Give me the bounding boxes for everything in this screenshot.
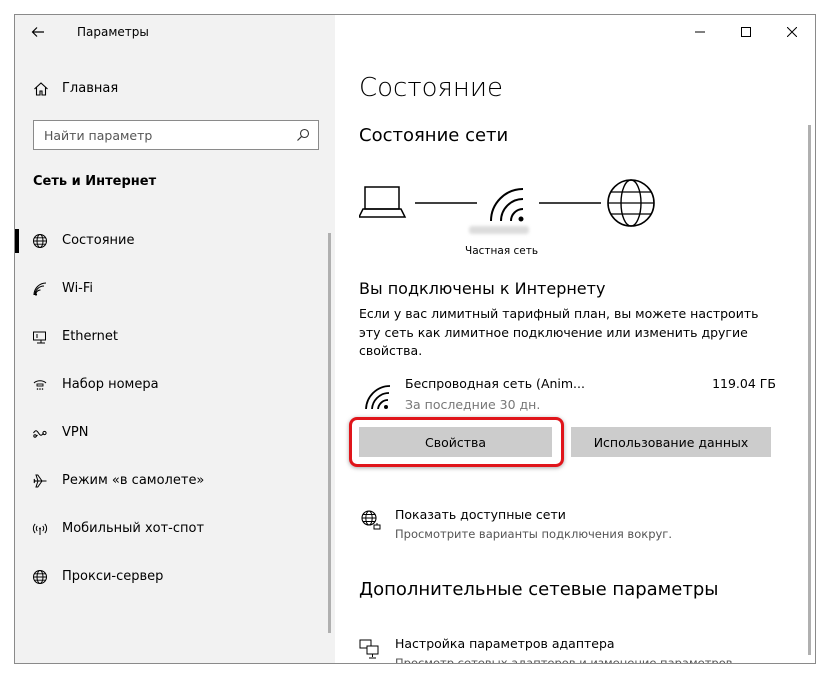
sidebar: Параметры Главная Сеть и Интернет: [15, 15, 335, 663]
connection-row: Беспроводная сеть (Anim... За последние …: [359, 373, 779, 419]
globe-icon: [33, 570, 47, 584]
wifi-icon: [33, 282, 47, 296]
sidebar-item-label: Главная: [62, 81, 119, 96]
main-scrollbar[interactable]: [808, 125, 811, 655]
sidebar-item-wifi[interactable]: Wi-Fi: [15, 265, 335, 313]
network-status-heading: Состояние сети: [359, 125, 509, 146]
network-type-label: Частная сеть: [465, 245, 539, 257]
maximize-button[interactable]: [723, 15, 769, 49]
sidebar-item-label: VPN: [62, 425, 89, 440]
ethernet-icon: [33, 331, 46, 344]
main-content: Состояние Состояние сети Частная сеть Вы…: [335, 15, 815, 663]
app-title: Параметры: [77, 25, 149, 39]
sidebar-item-proxy[interactable]: Прокси-сервер: [15, 553, 335, 601]
red-highlight-frame: [349, 417, 564, 467]
data-usage-button[interactable]: Использование данных: [571, 427, 771, 457]
sidebar-item-hotspot[interactable]: Мобильный хот-спот: [15, 505, 335, 553]
sidebar-scrollbar[interactable]: [328, 233, 331, 633]
sidebar-item-label: Прокси-сервер: [62, 569, 164, 584]
search-icon[interactable]: [296, 128, 310, 142]
network-name-blurred: [469, 226, 529, 234]
sidebar-item-label: Мобильный хот-спот: [62, 521, 205, 536]
close-icon: [787, 27, 797, 37]
sidebar-item-vpn[interactable]: VPN: [15, 409, 335, 457]
show-networks-link[interactable]: Показать доступные сети Просмотрите вари…: [359, 507, 779, 547]
show-networks-desc: Просмотрите варианты подключения вокруг.: [395, 527, 672, 541]
search-input[interactable]: [34, 121, 284, 149]
connection-name: Беспроводная сеть (Anim...: [405, 376, 585, 391]
hotspot-icon: [32, 523, 48, 535]
laptop-icon: [359, 186, 407, 218]
globe-network-icon: [361, 510, 381, 530]
airplane-icon: [33, 474, 47, 488]
sidebar-item-label: Состояние: [62, 233, 135, 248]
home-icon: [34, 82, 48, 96]
sidebar-item-status[interactable]: Состояние: [15, 217, 335, 265]
sidebar-item-label: Ethernet: [62, 329, 118, 344]
connected-heading: Вы подключены к Интернету: [359, 279, 606, 298]
wifi-icon: [365, 385, 391, 409]
adapter-icon: [359, 639, 379, 659]
sidebar-nav: Состояние Wi-Fi Ethernet Набор номера VP…: [15, 217, 335, 601]
vpn-icon: [33, 430, 47, 438]
advanced-settings-heading: Дополнительные сетевые параметры: [359, 579, 719, 600]
title-bar: Параметры: [15, 15, 335, 49]
sidebar-item-label: Набор номера: [62, 377, 159, 392]
internet-globe-icon: [607, 179, 655, 227]
settings-window: Параметры Главная Сеть и Интернет: [14, 14, 816, 664]
sidebar-item-label: Wi-Fi: [62, 281, 94, 296]
back-arrow-icon: [31, 27, 44, 37]
adapter-settings-link[interactable]: Настройка параметров адаптера Просмотр с…: [359, 636, 779, 664]
close-button[interactable]: [769, 15, 815, 49]
minimize-button[interactable]: [677, 15, 723, 49]
sidebar-item-airplane[interactable]: Режим «в самолете»: [15, 457, 335, 505]
globe-icon: [33, 234, 47, 248]
maximize-icon: [741, 27, 751, 37]
adapter-settings-desc: Просмотр сетевых адаптеров и изменение п…: [395, 656, 733, 664]
sidebar-item-ethernet[interactable]: Ethernet: [15, 313, 335, 361]
section-title: Сеть и Интернет: [33, 174, 157, 189]
sidebar-item-dialup[interactable]: Набор номера: [15, 361, 335, 409]
dialup-icon: [33, 380, 47, 390]
sidebar-item-label: Режим «в самолете»: [62, 473, 205, 488]
adapter-settings-title[interactable]: Настройка параметров адаптера: [395, 636, 615, 651]
sidebar-item-home[interactable]: Главная: [15, 73, 335, 105]
window-controls: [677, 15, 815, 49]
connected-description: Если у вас лимитный тарифный план, вы мо…: [359, 306, 759, 358]
wifi-icon: [490, 188, 524, 222]
search-box[interactable]: [33, 120, 319, 150]
show-networks-title[interactable]: Показать доступные сети: [395, 507, 566, 522]
connection-period: За последние 30 дн.: [405, 397, 541, 412]
connection-usage: 119.04 ГБ: [712, 376, 776, 391]
page-title: Состояние: [359, 73, 504, 103]
back-button[interactable]: [27, 21, 49, 43]
minimize-icon: [695, 31, 705, 33]
